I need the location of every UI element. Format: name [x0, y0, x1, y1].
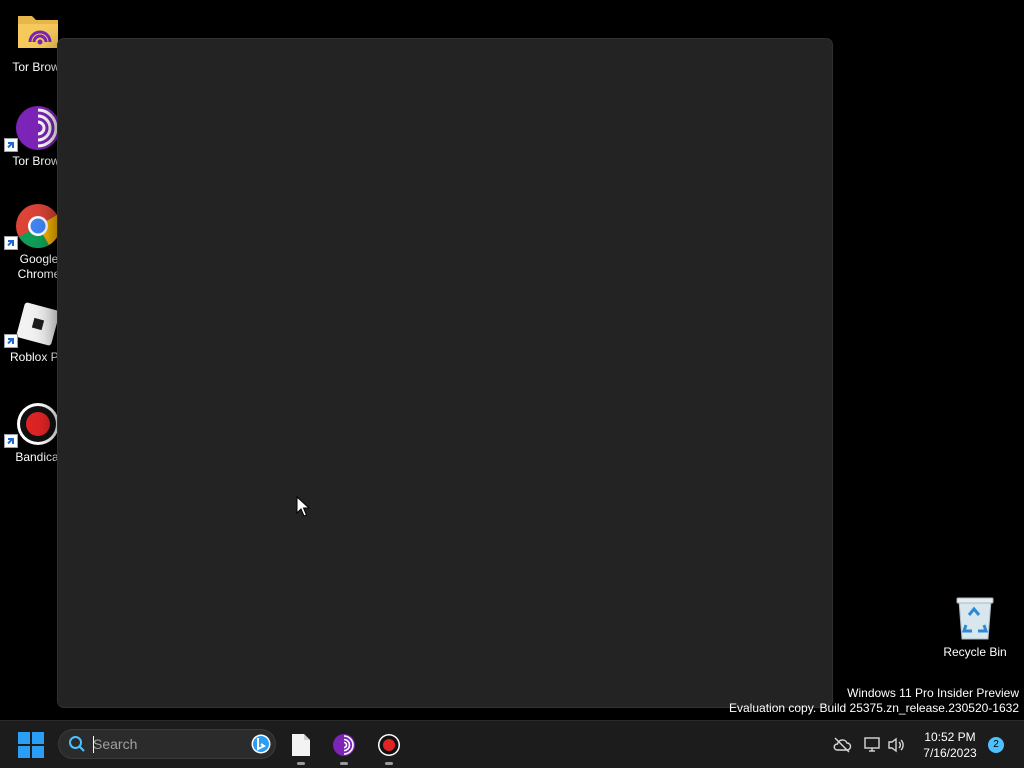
taskbar-search-box[interactable]	[58, 729, 276, 759]
volume-icon[interactable]	[886, 735, 906, 755]
desktop: Tor Brows Tor Brows Google Chrome Roblox…	[0, 0, 1024, 768]
start-button[interactable]	[16, 731, 46, 759]
network-icon[interactable]	[862, 735, 882, 755]
roblox-icon	[4, 300, 62, 348]
text-caret	[93, 736, 94, 753]
desktop-icon-label: Recycle Bin	[943, 645, 1007, 659]
running-indicator	[385, 762, 393, 765]
taskbar-app-tor-browser[interactable]	[327, 729, 361, 765]
app-window[interactable]	[57, 38, 833, 708]
chrome-icon	[4, 202, 62, 250]
bandicam-icon	[4, 400, 62, 448]
bing-icon[interactable]	[251, 734, 271, 754]
file-icon	[292, 734, 310, 756]
recycle-bin-icon	[953, 595, 997, 641]
watermark-line-1: Windows 11 Pro Insider Preview	[847, 686, 1019, 700]
taskbar-app-file[interactable]	[284, 729, 318, 765]
evaluation-watermark: Windows 11 Pro Insider Preview Evaluatio…	[729, 686, 1019, 716]
bandicam-icon	[378, 734, 400, 756]
taskbar-clock[interactable]: 10:52 PM 7/16/2023	[912, 729, 988, 761]
search-icon	[69, 736, 85, 752]
running-indicator	[297, 762, 305, 765]
watermark-line-2: Evaluation copy. Build 25375.zn_release.…	[729, 701, 1019, 715]
shortcut-arrow-icon	[4, 434, 18, 448]
taskbar: 10:52 PM 7/16/2023 2	[0, 720, 1024, 768]
notification-badge[interactable]: 2	[988, 737, 1004, 753]
search-input[interactable]	[93, 735, 243, 753]
windows-logo-icon	[18, 732, 44, 758]
mouse-cursor-icon	[296, 496, 310, 517]
tray-cloud-off-icon[interactable]	[832, 735, 852, 755]
clock-date: 7/16/2023	[923, 746, 977, 760]
folder-icon	[14, 10, 62, 58]
tor-browser-icon	[333, 734, 355, 756]
shortcut-arrow-icon	[4, 236, 18, 250]
running-indicator	[340, 762, 348, 765]
desktop-icon-recycle-bin[interactable]: Recycle Bin	[940, 595, 1010, 659]
tor-browser-icon	[4, 104, 62, 152]
clock-time: 10:52 PM	[924, 730, 976, 744]
taskbar-app-bandicam[interactable]	[372, 729, 406, 765]
shortcut-arrow-icon	[4, 138, 18, 152]
shortcut-arrow-icon	[4, 334, 18, 348]
